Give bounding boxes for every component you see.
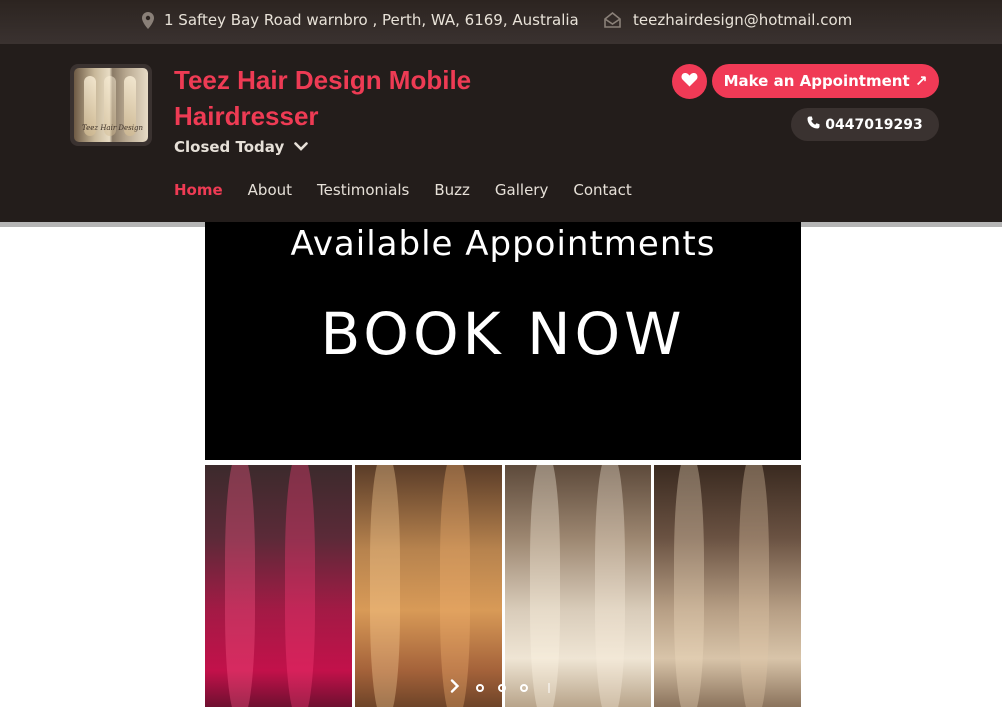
phone-number: 0447019293 xyxy=(825,116,923,133)
opening-status[interactable]: Closed Today xyxy=(174,138,309,156)
banner-book-now: BOOK NOW xyxy=(320,300,686,368)
nav-gallery[interactable]: Gallery xyxy=(495,181,548,199)
email-link[interactable]: teezhairdesign@hotmail.com xyxy=(633,11,852,29)
slider-dot-1[interactable] xyxy=(476,683,484,692)
chevron-down-icon xyxy=(294,138,309,156)
slider-controls xyxy=(450,678,550,697)
status-text: Closed Today xyxy=(174,138,285,156)
nav-contact[interactable]: Contact xyxy=(573,181,631,199)
book-now-banner: Available Appointments BOOK NOW xyxy=(205,222,801,460)
slider-dot-2[interactable] xyxy=(498,683,506,692)
envelope-icon xyxy=(604,12,621,28)
hair-photo-copper xyxy=(354,465,502,707)
address-text: 1 Saftey Bay Road warnbro , Perth, WA, 6… xyxy=(164,11,579,29)
heart-icon xyxy=(681,72,698,91)
chevron-right-icon[interactable] xyxy=(450,678,460,697)
site-header: Teez Hair Design Teez Hair Design Mobile… xyxy=(0,44,1002,222)
make-appointment-button[interactable]: Make an Appointment ↗ xyxy=(712,64,939,98)
email[interactable]: teezhairdesign@hotmail.com xyxy=(604,11,852,29)
phone-button[interactable]: 0447019293 xyxy=(791,108,939,141)
phone-icon xyxy=(807,116,820,133)
nav-about[interactable]: About xyxy=(248,181,292,199)
image-slider[interactable]: Available Appointments BOOK NOW xyxy=(205,222,801,707)
hair-photo-blonde xyxy=(504,465,652,707)
nav-testimonials[interactable]: Testimonials xyxy=(317,181,409,199)
top-info-bar: 1 Saftey Bay Road warnbro , Perth, WA, 6… xyxy=(0,0,1002,44)
address: 1 Saftey Bay Road warnbro , Perth, WA, 6… xyxy=(142,11,579,29)
slider-dot-3[interactable] xyxy=(520,683,528,692)
nav-buzz[interactable]: Buzz xyxy=(434,181,470,199)
logo[interactable]: Teez Hair Design xyxy=(70,64,152,146)
favorite-button[interactable] xyxy=(672,64,707,99)
main-nav: Home About Testimonials Buzz Gallery Con… xyxy=(174,181,632,199)
hair-photo-strip xyxy=(205,465,801,707)
hair-photo-ash xyxy=(654,465,801,707)
logo-image: Teez Hair Design xyxy=(74,68,148,142)
logo-script: Teez Hair Design xyxy=(82,124,143,132)
page-title: Teez Hair Design Mobile Hairdresser xyxy=(174,65,472,131)
slider-pause-indicator[interactable] xyxy=(548,682,550,693)
nav-home[interactable]: Home xyxy=(174,181,223,199)
banner-headline: Available Appointments xyxy=(290,224,716,264)
map-pin-icon xyxy=(142,11,154,29)
hair-photo-magenta xyxy=(205,465,352,707)
